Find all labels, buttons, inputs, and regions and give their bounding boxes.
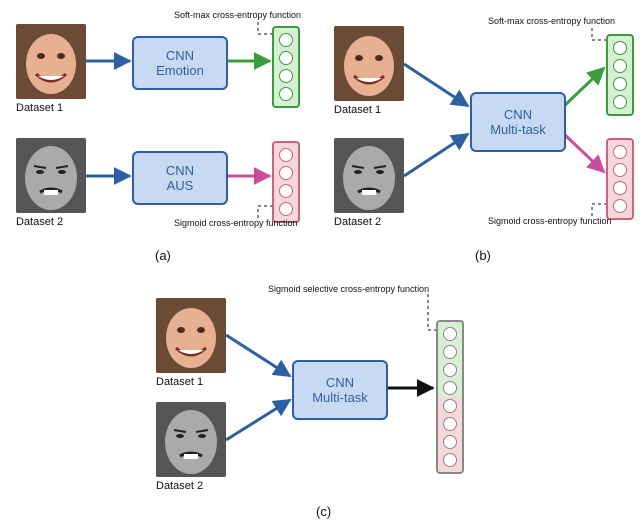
output-aus	[272, 141, 300, 223]
face-image-dataset1	[16, 24, 86, 99]
subfig-c-label: (c)	[316, 504, 331, 519]
loss-label-sigmoid: Sigmoid cross-entropy function	[174, 218, 298, 228]
cnn-multitask-box: CNN Multi-task	[292, 360, 388, 420]
panel-a: Dataset 1 Dataset 2 CNN Emotion CNN AUS …	[8, 6, 318, 241]
dataset2-label: Dataset 2	[156, 480, 203, 492]
face-image-dataset2	[156, 402, 226, 477]
output-joint	[436, 320, 464, 474]
output-emotion	[606, 34, 634, 116]
output-aus	[606, 138, 634, 220]
loss-label-selective: Sigmoid selective cross-entropy function	[268, 284, 429, 294]
output-emotion	[272, 26, 300, 108]
face-image-dataset2	[334, 138, 404, 213]
face-image-dataset1	[156, 298, 226, 373]
panel-c: Dataset 1 Dataset 2 CNN Multi-task Sigmo…	[148, 280, 498, 510]
dataset1-label: Dataset 1	[334, 104, 381, 116]
subfig-a-label: (a)	[155, 248, 171, 263]
dataset2-label: Dataset 2	[334, 216, 381, 228]
face-image-dataset2	[16, 138, 86, 213]
cnn-aus-box: CNN AUS	[132, 151, 228, 205]
subfig-b-label: (b)	[475, 248, 491, 263]
dataset1-label: Dataset 1	[16, 102, 63, 114]
cnn-emotion-box: CNN Emotion	[132, 36, 228, 90]
loss-label-softmax: Soft-max cross-entropy function	[174, 10, 301, 20]
loss-label-sigmoid: Sigmoid cross-entropy function	[488, 216, 612, 226]
dataset1-label: Dataset 1	[156, 376, 203, 388]
dataset2-label: Dataset 2	[16, 216, 63, 228]
panel-b: Dataset 1 Dataset 2 CNN Multi-task Soft-…	[326, 6, 638, 241]
face-image-dataset1	[334, 26, 404, 101]
cnn-multitask-box: CNN Multi-task	[470, 92, 566, 152]
loss-label-softmax: Soft-max cross-entropy function	[488, 16, 615, 26]
